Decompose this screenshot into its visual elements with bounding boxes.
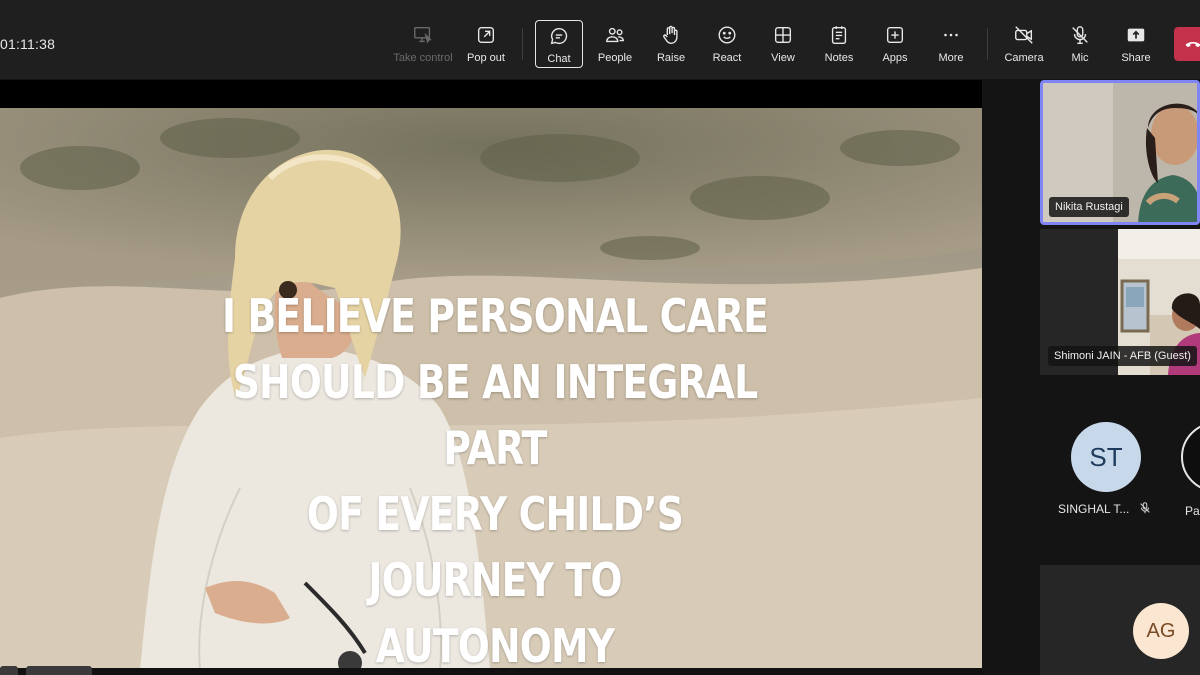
participant-name: Pa [1185, 504, 1200, 518]
mini-tab[interactable] [26, 666, 92, 675]
chat-button[interactable]: Chat [535, 20, 583, 68]
ellipsis-icon [944, 33, 958, 37]
view-label: View [771, 52, 795, 64]
pop-out-icon [477, 26, 495, 44]
participant-avatar-tile[interactable]: ST SINGHAL T... Pa [1040, 384, 1200, 559]
hand-icon [663, 25, 678, 44]
mic-off-icon [1140, 502, 1150, 514]
react-button[interactable]: React [700, 18, 754, 68]
chat-bubble-icon [550, 27, 568, 45]
mic-button[interactable]: Mic [1053, 18, 1107, 68]
notes-icon [831, 26, 847, 44]
avatar: AG [1133, 603, 1189, 659]
avatar: ST [1071, 422, 1141, 492]
chat-label: Chat [547, 53, 571, 65]
quote-line: OF EVERY CHILD’S JOURNEY TO [306, 487, 684, 607]
view-button[interactable]: View [756, 18, 810, 68]
share-label: Share [1121, 52, 1151, 64]
toolbar-divider [987, 28, 988, 60]
meeting-toolbar: 01:11:38 Take control Pop out Chat Peopl… [0, 0, 1200, 80]
more-button[interactable]: More [924, 18, 978, 68]
participant-video-tile[interactable]: Nikita Rustagi [1040, 80, 1200, 225]
quote-line: SHOULD BE AN INTEGRAL PART [232, 355, 758, 475]
more-label: More [938, 52, 964, 64]
shared-screen-stage: I BELIEVE PERSONAL CARE SHOULD BE AN INT… [0, 80, 982, 675]
camera-button[interactable]: Camera [997, 18, 1051, 68]
share-icon [1127, 28, 1145, 42]
leave-button[interactable] [1174, 27, 1200, 61]
camera-label: Camera [1004, 52, 1044, 64]
participant-video-tile[interactable]: Shimoni JAIN - AFB (Guest) [1040, 229, 1200, 375]
people-label: People [597, 52, 633, 64]
participant-name-tag: Nikita Rustagi [1049, 197, 1129, 217]
people-icon [606, 27, 624, 43]
stage-bottom-bar [0, 668, 982, 675]
mini-tab[interactable] [0, 666, 18, 675]
phone-hangup-icon [1185, 41, 1200, 47]
meeting-timer: 01:11:38 [0, 36, 56, 52]
plus-icon [886, 26, 904, 44]
quote-line: AUTONOMY [375, 619, 615, 670]
quote-line: I BELIEVE PERSONAL CARE [221, 289, 769, 343]
smiley-icon [718, 26, 736, 44]
avatar [1181, 422, 1200, 492]
raise-hand-button[interactable]: Raise [644, 18, 698, 68]
notes-label: Notes [824, 52, 854, 64]
participant-name: SINGHAL T... [1058, 502, 1130, 516]
take-control-button[interactable]: Take control [393, 18, 453, 68]
apps-button[interactable]: Apps [868, 18, 922, 68]
apps-label: Apps [882, 52, 908, 64]
people-button[interactable]: People [588, 18, 642, 68]
mic-off-icon [1072, 26, 1088, 44]
participant-avatar-tile[interactable]: AG [1040, 565, 1200, 675]
grid-icon [774, 26, 792, 44]
camera-off-icon [1015, 26, 1033, 44]
notes-button[interactable]: Notes [812, 18, 866, 68]
take-control-icon [414, 26, 432, 44]
presentation-slide: I BELIEVE PERSONAL CARE SHOULD BE AN INT… [0, 108, 982, 670]
share-button[interactable]: Share [1109, 18, 1163, 68]
slide-quote: I BELIEVE PERSONAL CARE SHOULD BE AN INT… [212, 283, 778, 670]
mic-label: Mic [1071, 52, 1089, 64]
pop-out-label: Pop out [467, 52, 505, 64]
pop-out-button[interactable]: Pop out [459, 18, 513, 68]
react-label: React [712, 52, 742, 64]
take-control-label: Take control [393, 52, 453, 64]
raise-label: Raise [656, 52, 686, 64]
participant-name-tag: Shimoni JAIN - AFB (Guest) [1048, 346, 1197, 366]
toolbar-divider [522, 28, 523, 60]
